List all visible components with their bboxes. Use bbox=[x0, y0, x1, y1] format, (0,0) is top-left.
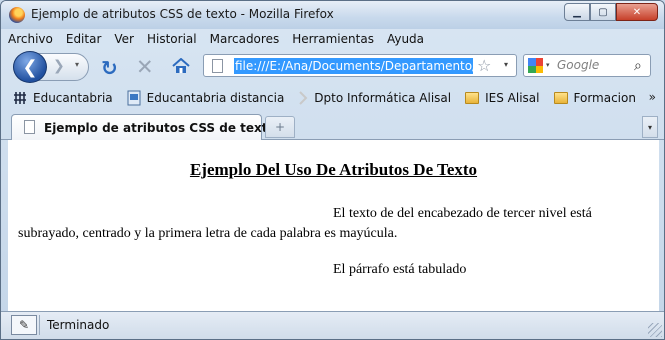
bookmark-educantabria-distancia[interactable]: Educantabria distancia bbox=[127, 90, 285, 106]
status-text: Terminado bbox=[47, 318, 110, 332]
bookmark-formacion[interactable]: Formacion bbox=[553, 91, 636, 105]
bookmark-label: Dpto Informática Alisal bbox=[314, 91, 452, 105]
resize-grip-icon[interactable] bbox=[648, 323, 662, 337]
maximize-button[interactable]: ▢ bbox=[590, 3, 616, 21]
menu-ayuda[interactable]: Ayuda bbox=[387, 32, 424, 46]
page-blue-icon bbox=[127, 90, 141, 106]
paragraph-1: El texto de del encabezado de tercer niv… bbox=[18, 206, 592, 241]
tab-active[interactable]: Ejemplo de atributos CSS de texto bbox=[11, 114, 276, 140]
search-icon[interactable]: ⌕ bbox=[634, 58, 642, 74]
menu-ver[interactable]: Ver bbox=[114, 32, 134, 46]
tab-list-dropdown-icon[interactable]: ▾ bbox=[642, 116, 658, 138]
page-icon bbox=[212, 59, 223, 73]
bookmark-dpto-informatica[interactable]: Dpto Informática Alisal bbox=[298, 91, 451, 105]
folder-icon bbox=[553, 92, 568, 104]
window-title: Ejemplo de atributos CSS de texto - Mozi… bbox=[31, 7, 334, 21]
menu-historial[interactable]: Historial bbox=[147, 32, 197, 46]
navigation-toolbar: ❮ ❯ ▾ ↻ ✕ file:///E:/Ana/Documents/Depar… bbox=[1, 49, 664, 85]
bookmark-label: Educantabria bbox=[33, 91, 113, 105]
page-heading: Ejemplo Del Uso De Atributos De Texto bbox=[189, 160, 478, 179]
title-bar[interactable]: Ejemplo de atributos CSS de texto - Mozi… bbox=[1, 1, 664, 29]
firefox-logo-icon bbox=[9, 7, 25, 23]
url-dropdown-icon[interactable]: ▾ bbox=[504, 60, 508, 69]
tab-label: Ejemplo de atributos CSS de texto bbox=[44, 121, 276, 135]
grid-icon bbox=[14, 92, 26, 104]
bookmark-label: IES Alisal bbox=[485, 91, 540, 105]
stop-icon[interactable]: ✕ bbox=[136, 55, 154, 79]
menu-marcadores[interactable]: Marcadores bbox=[210, 32, 280, 46]
url-text[interactable]: file:///E:/Ana/Documents/Departamento/AS… bbox=[234, 58, 473, 74]
history-dropdown-icon[interactable]: ▾ bbox=[75, 60, 79, 69]
status-bar: ✎ Terminado bbox=[1, 311, 664, 339]
paragraph-2: El párrafo está tabulado bbox=[333, 262, 467, 277]
google-engine-icon[interactable] bbox=[528, 58, 543, 73]
menu-archivo[interactable]: Archivo bbox=[8, 32, 53, 46]
bookmarks-toolbar: Educantabria Educantabria distancia Dpto… bbox=[1, 87, 664, 109]
window-controls: ▁ ▢ ✕ bbox=[564, 3, 658, 21]
minimize-button[interactable]: ▁ bbox=[564, 3, 590, 21]
menu-editar[interactable]: Editar bbox=[66, 32, 102, 46]
home-icon[interactable] bbox=[172, 58, 190, 74]
page-icon bbox=[24, 120, 35, 134]
arrow-icon bbox=[299, 91, 308, 105]
bookmark-star-icon[interactable]: ☆ bbox=[477, 56, 491, 75]
menu-herramientas[interactable]: Herramientas bbox=[292, 32, 374, 46]
back-button[interactable]: ❮ bbox=[13, 51, 47, 83]
url-bar[interactable]: file:///E:/Ana/Documents/Departamento/AS… bbox=[203, 54, 517, 77]
bookmark-educantabria[interactable]: Educantabria bbox=[13, 91, 113, 105]
tab-strip: Ejemplo de atributos CSS de texto + ▾ bbox=[1, 111, 664, 140]
status-divider bbox=[39, 315, 40, 335]
bookmark-label: Formacion bbox=[573, 91, 636, 105]
close-button[interactable]: ✕ bbox=[616, 3, 658, 21]
bookmark-label: Educantabria distancia bbox=[146, 91, 285, 105]
folder-icon bbox=[465, 92, 480, 104]
status-pencil-icon[interactable]: ✎ bbox=[11, 315, 37, 335]
search-input[interactable] bbox=[557, 58, 627, 72]
new-tab-button[interactable]: + bbox=[265, 116, 295, 138]
search-bar[interactable]: ▾ ⌕ bbox=[523, 54, 651, 77]
bookmarks-overflow-chevron-icon[interactable]: » bbox=[649, 90, 656, 104]
forward-button[interactable]: ❯ bbox=[53, 58, 65, 74]
search-engine-dropdown-icon[interactable]: ▾ bbox=[546, 61, 550, 69]
reload-icon[interactable]: ↻ bbox=[101, 56, 118, 80]
menu-bar: Archivo Editar Ver Historial Marcadores … bbox=[1, 29, 664, 49]
bookmark-ies-alisal[interactable]: IES Alisal bbox=[465, 91, 540, 105]
browser-window: Ejemplo de atributos CSS de texto - Mozi… bbox=[0, 0, 665, 340]
page-content: Ejemplo Del Uso De Atributos De Texto El… bbox=[8, 140, 659, 311]
